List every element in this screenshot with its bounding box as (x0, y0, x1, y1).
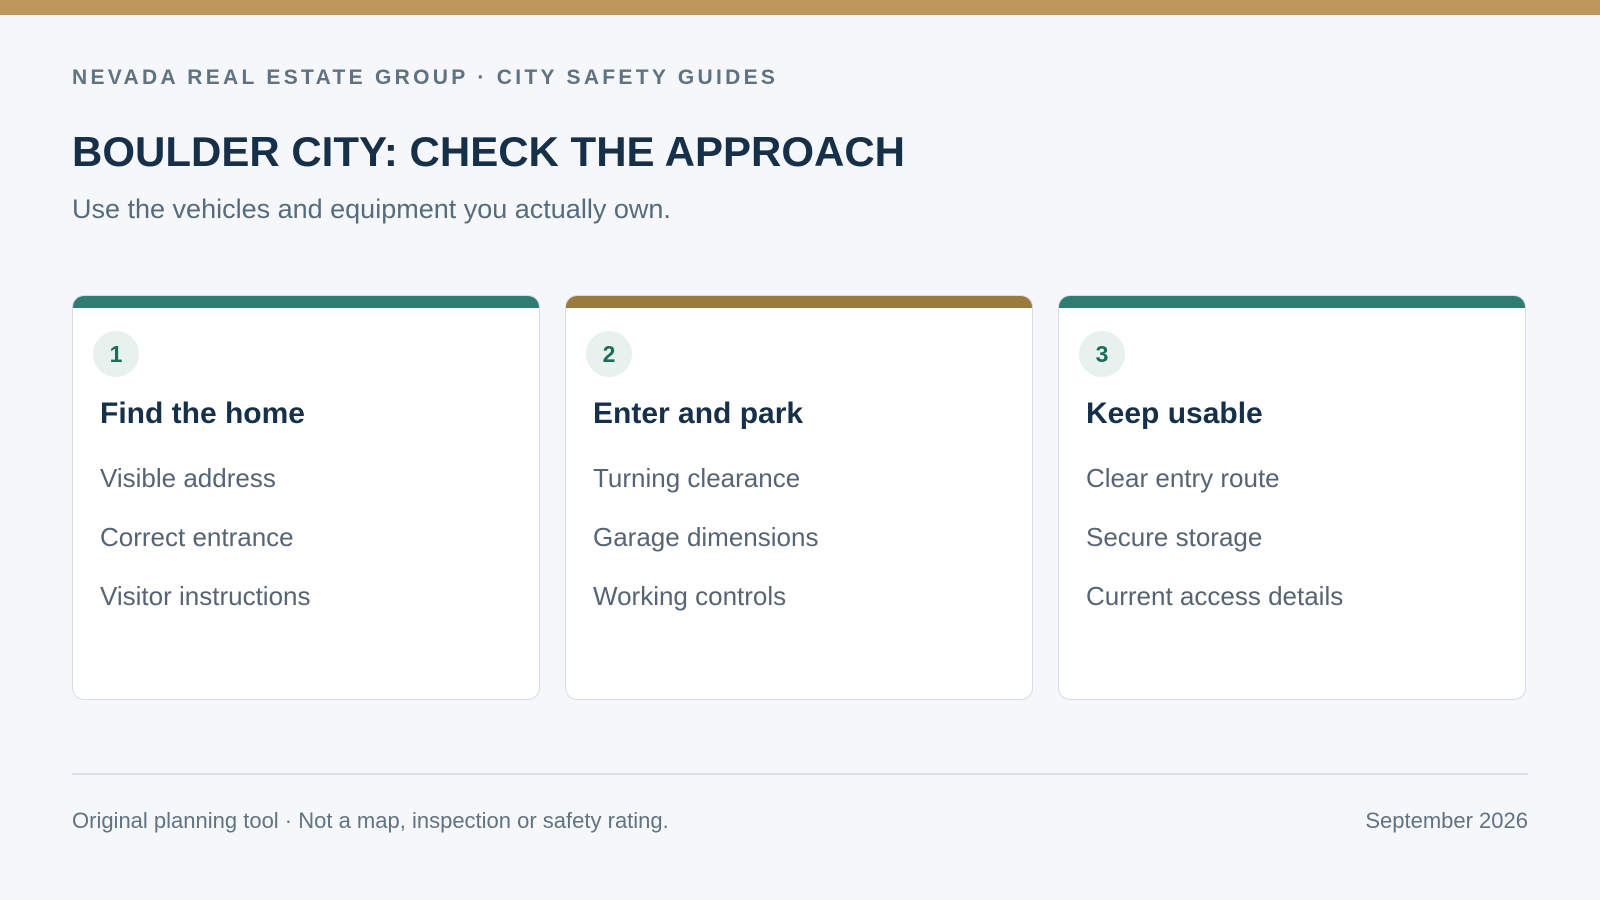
card-title: Keep usable (1086, 397, 1263, 430)
card-item: Correct entrance (100, 522, 294, 552)
step-card-3: 3 Keep usable Clear entry route Secure s… (1058, 295, 1526, 700)
card-item: Garage dimensions (593, 522, 819, 552)
card-item: Working controls (593, 581, 787, 611)
card-item: Secure storage (1086, 522, 1263, 552)
card-item: Visitor instructions (100, 581, 311, 611)
step-card-2: 2 Enter and park Turning clearance Garag… (565, 295, 1033, 700)
step-number-badge: 2 (586, 331, 632, 377)
step-number-badge: 1 (93, 331, 139, 377)
card-item: Visible address (100, 463, 276, 493)
card-accent-bar (566, 296, 1032, 308)
eyebrow-label: NEVADA REAL ESTATE GROUP · CITY SAFETY G… (72, 66, 779, 89)
card-item: Current access details (1086, 581, 1344, 611)
footer-divider (72, 773, 1528, 775)
card-title: Enter and park (593, 397, 804, 430)
top-accent-bar (0, 0, 1600, 15)
step-cards: 1 Find the home Visible address Correct … (72, 295, 1528, 700)
card-item: Turning clearance (593, 463, 801, 493)
footer-date: September 2026 (1365, 808, 1528, 833)
step-card-1: 1 Find the home Visible address Correct … (72, 295, 540, 700)
card-accent-bar (73, 296, 539, 308)
footer-disclaimer: Original planning tool · Not a map, insp… (72, 808, 669, 833)
page-subtitle: Use the vehicles and equipment you actua… (72, 194, 671, 224)
card-title: Find the home (100, 397, 305, 430)
page-title: BOULDER CITY: CHECK THE APPROACH (72, 128, 906, 175)
card-accent-bar (1059, 296, 1525, 308)
step-number-badge: 3 (1079, 331, 1125, 377)
card-item: Clear entry route (1086, 463, 1280, 493)
